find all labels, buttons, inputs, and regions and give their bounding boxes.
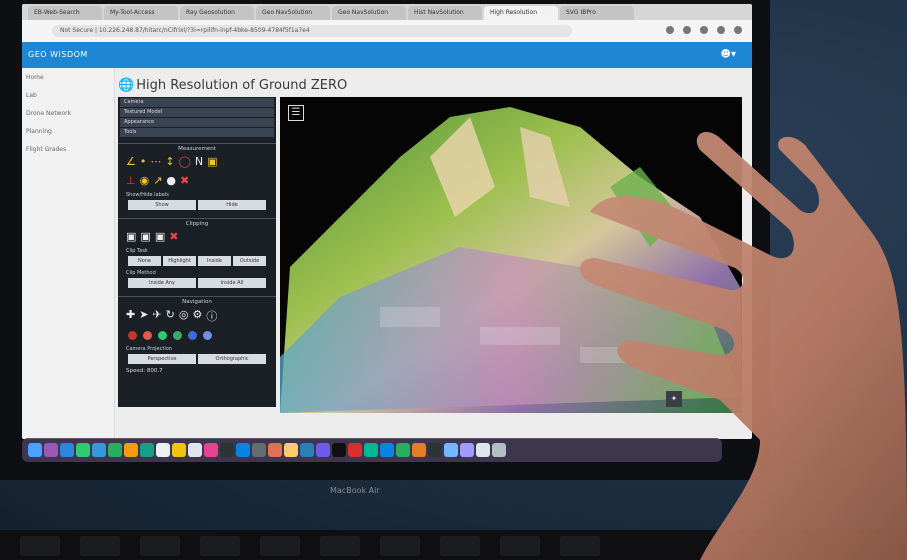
hand-photo-overlay	[580, 131, 907, 560]
photo-frame: EB-Web-Search My-Tool-Access Ray Geosolu…	[0, 0, 907, 560]
